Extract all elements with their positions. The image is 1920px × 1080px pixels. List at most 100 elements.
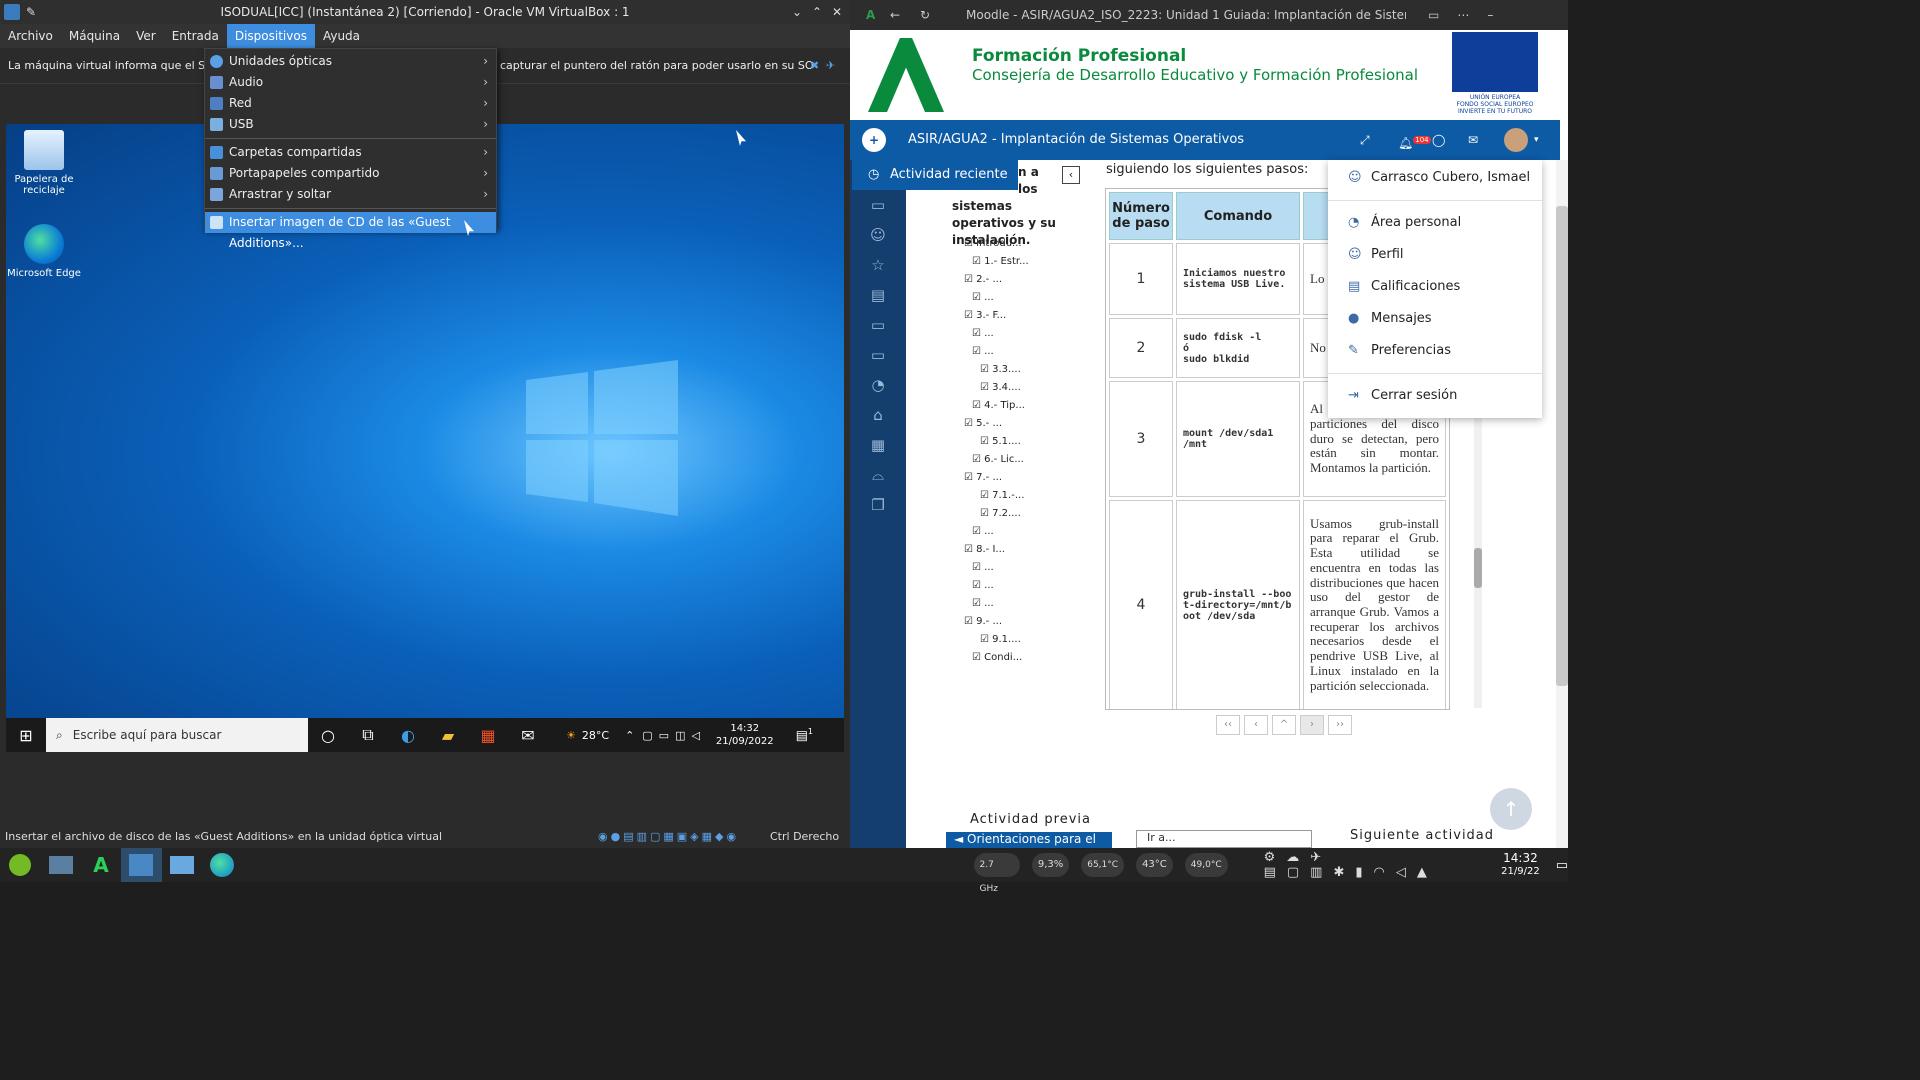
rail-folder-icon[interactable]: ▭: [850, 340, 906, 370]
menu-item-insert-guest-additions[interactable]: Insertar imagen de CD de las «Guest Addi…: [205, 212, 496, 250]
weather-widget[interactable]: ☀ 28°C: [566, 729, 609, 742]
system-tray-icons[interactable]: ⚙☁✈▤▢▥✱▮◠◁▲: [1264, 850, 1498, 880]
taskbar-search-box[interactable]: ⌕ Escribe aquí para buscar: [46, 718, 308, 752]
toc-item[interactable]: ☑ Introdu...: [956, 235, 1056, 253]
calificaciones-item[interactable]: ▤ Calificaciones: [1328, 271, 1542, 303]
menu-item-usb[interactable]: USB ›: [205, 114, 496, 135]
status-device-icons[interactable]: ◉●▤▥▢▦▣◈▦◆◉: [598, 826, 739, 848]
opensuse-menu-icon[interactable]: [0, 848, 40, 882]
cpu-usage-widget[interactable]: 9,3%: [1031, 853, 1070, 877]
menu-ver[interactable]: Ver: [128, 24, 164, 48]
menu-item-arrastrar-soltar[interactable]: Arrastrar y soltar ›: [205, 184, 496, 205]
store-icon[interactable]: ▦: [468, 718, 508, 752]
notice-info-icon[interactable]: ✈: [826, 48, 835, 84]
notifications-icon[interactable]: 🔔︎ 104: [1398, 120, 1431, 163]
recent-activity-button[interactable]: ◷ Actividad reciente: [852, 160, 1018, 190]
toc-item[interactable]: ☑ 3.3....: [956, 361, 1056, 379]
rail-folder-icon[interactable]: ▭: [850, 310, 906, 340]
pager-button[interactable]: ›: [1300, 715, 1324, 735]
toc-item[interactable]: ☑ ...: [956, 523, 1056, 541]
chat-icon[interactable]: ◯: [1432, 120, 1445, 160]
pager-button[interactable]: ‹‹: [1216, 715, 1240, 735]
add-block-button[interactable]: +: [862, 128, 886, 152]
goto-select[interactable]: Ir a...: [1136, 830, 1312, 848]
toc-item[interactable]: ☑ 3.- F...: [956, 307, 1056, 325]
menu-item-portapapeles[interactable]: Portapapeles compartido ›: [205, 163, 496, 184]
rail-dashboard-icon[interactable]: ◔: [850, 370, 906, 400]
cpu-freq-widget[interactable]: 2.7 GHz: [973, 853, 1020, 894]
toc-item[interactable]: ☑ ...: [956, 289, 1056, 307]
toc-item[interactable]: ☑ ...: [956, 595, 1056, 613]
temp3-widget[interactable]: 49,0°C: [1184, 853, 1228, 877]
toc-item[interactable]: ☑ 7.- ...: [956, 469, 1056, 487]
menu-maquina[interactable]: Máquina: [61, 24, 128, 48]
prev-activity-link[interactable]: ◄ Orientaciones para el: [946, 832, 1112, 848]
cortana-icon[interactable]: ○: [308, 718, 348, 752]
menu-ayuda[interactable]: Ayuda: [315, 24, 368, 48]
file-explorer-icon[interactable]: ▰: [428, 718, 468, 752]
temp-widget[interactable]: 43°C: [1136, 853, 1173, 877]
toc-item[interactable]: ☑ ...: [956, 559, 1056, 577]
pager-button[interactable]: ^: [1272, 715, 1296, 735]
rail-files-icon[interactable]: ❐: [850, 490, 906, 520]
task-view-icon[interactable]: ⧉: [348, 718, 388, 752]
area-personal-item[interactable]: ◔ Área personal: [1328, 207, 1542, 239]
tray-chevron-icon[interactable]: ⌃: [625, 729, 634, 742]
tray-icons[interactable]: ▢▭◫◁: [642, 729, 706, 742]
collapse-toc-button[interactable]: ‹: [1062, 166, 1080, 184]
toc-item[interactable]: ☑ 9.- ...: [956, 613, 1056, 631]
menu-item-unidades-opticas[interactable]: Unidades ópticas ›: [205, 51, 496, 72]
toc-item[interactable]: ☑ 7.2....: [956, 505, 1056, 523]
edge-taskbar-icon[interactable]: ◐: [388, 718, 428, 752]
course-title[interactable]: ASIR/AGUA2 - Implantación de Sistemas Op…: [908, 120, 1244, 160]
toc-item[interactable]: ☑ 3.4....: [956, 379, 1056, 397]
toc-item[interactable]: ☑ Condi...: [956, 649, 1056, 667]
recycle-bin[interactable]: Papelera de reciclaje: [6, 130, 82, 196]
notice-close-icon[interactable]: ✖: [810, 48, 819, 84]
avatar-chevron-icon[interactable]: ▾: [1534, 120, 1539, 160]
cerrar-sesion-item[interactable]: ⇥ Cerrar sesión: [1328, 380, 1542, 412]
menu-entrada[interactable]: Entrada: [164, 24, 227, 48]
minimize-button[interactable]: ⌄: [792, 0, 802, 24]
menu-item-audio[interactable]: Audio ›: [205, 72, 496, 93]
mensajes-item[interactable]: ● Mensajes: [1328, 303, 1542, 335]
perfil-item[interactable]: ☺ Perfil: [1328, 239, 1542, 271]
toc-item[interactable]: ☑ 6.- Lic...: [956, 451, 1056, 469]
rail-calendar-icon[interactable]: ▦: [850, 430, 906, 460]
back-icon[interactable]: ←: [890, 0, 900, 30]
toc-item[interactable]: ☑ 2.- ...: [956, 271, 1056, 289]
menu-dispositivos[interactable]: Dispositivos: [226, 24, 315, 48]
rail-book-icon[interactable]: ▤: [850, 280, 906, 310]
cpu-temp-widget[interactable]: 65,1°C: [1081, 853, 1125, 877]
file-manager-icon[interactable]: [162, 848, 202, 882]
toc-item[interactable]: ☑ ...: [956, 577, 1056, 595]
pager-button[interactable]: ››: [1328, 715, 1352, 735]
close-button[interactable]: ✕: [832, 0, 842, 24]
win-clock[interactable]: 14:32 21/09/2022: [716, 722, 774, 748]
rail-star-icon[interactable]: ☆: [850, 250, 906, 280]
start-button[interactable]: ⊞: [6, 718, 46, 752]
notification-icon[interactable]: ▤1: [796, 727, 813, 743]
rail-home-icon[interactable]: ⌂: [850, 400, 906, 430]
reload-icon[interactable]: ↻: [920, 0, 930, 30]
avatar[interactable]: [1504, 128, 1528, 152]
toc-item[interactable]: ☑ 9.1....: [956, 631, 1056, 649]
toc-item[interactable]: ☑ ...: [956, 343, 1056, 361]
pager-button[interactable]: ‹: [1244, 715, 1268, 735]
toc-item[interactable]: ☑ 5.1....: [956, 433, 1056, 451]
rail-folder-icon[interactable]: ▭: [850, 190, 906, 220]
host-clock[interactable]: 14:32 21/9/22: [1501, 852, 1540, 878]
preferencias-item[interactable]: ✎ Preferencias: [1328, 335, 1542, 367]
toc-item[interactable]: ☑ 5.- ...: [956, 415, 1056, 433]
mail-icon[interactable]: ✉: [508, 718, 548, 752]
edge-app-icon[interactable]: [202, 848, 242, 882]
back-to-top-button[interactable]: ↑: [1490, 788, 1532, 830]
pin-icon[interactable]: ✎: [26, 0, 36, 24]
menu-item-carpetas-compartidas[interactable]: Carpetas compartidas ›: [205, 142, 496, 163]
toc-item[interactable]: ☑ 7.1.-...: [956, 487, 1056, 505]
mail-icon[interactable]: ✉: [1468, 120, 1478, 160]
menu-item-red[interactable]: Red ›: [205, 93, 496, 114]
rail-users-icon[interactable]: ☺: [850, 220, 906, 250]
moodle-app-icon[interactable]: A: [81, 848, 121, 882]
show-desktop-icon[interactable]: ▭: [1556, 858, 1568, 873]
